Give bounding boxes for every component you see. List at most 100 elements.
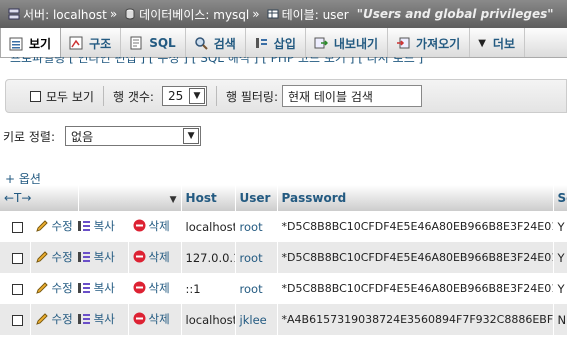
tab-more[interactable]: ▼ 더보 (470, 28, 526, 57)
table-row: 수정 복사 삭제::1 root *D5C8B8BC10CFDF4E5E46A80EB9… (0, 273, 567, 304)
row-checkbox[interactable] (12, 283, 23, 295)
tab-label: 더보 (492, 36, 516, 51)
delete-button[interactable]: 삭제 (133, 311, 170, 327)
sql-icon (130, 36, 142, 50)
tab-search[interactable]: 검색 (186, 28, 246, 57)
row-select-cell (0, 211, 31, 242)
password-cell: *D5C8B8BC10CFDF4E5E46A80EB966B8E3F24E016… (277, 273, 554, 304)
copy-label: 복사 (93, 249, 115, 264)
delete-cell: 삭제 (128, 273, 182, 304)
table-row: 수정 복사 삭제 localhost jklee *A4B6157319038724E35… (0, 304, 567, 335)
table-icon (267, 9, 279, 19)
host-cell: localhost (181, 211, 236, 242)
tab-export[interactable]: 내보내기 (306, 28, 389, 57)
rows-label: 행 갯수: (112, 89, 154, 104)
row-checkbox[interactable] (12, 314, 23, 326)
database-icon (125, 8, 135, 20)
edit-cell: 수정 복사 (30, 242, 129, 273)
rows-select[interactable]: 25 ▼ (161, 86, 207, 106)
tab-label: 내보내기 (333, 36, 379, 51)
password-cell: *D5C8B8BC10CFDF4E5E46A80EB966B8E3F24E016… (277, 211, 554, 242)
select-priv-cell: Y (553, 242, 567, 273)
navigation-bar: 모두 보기 행 갯수: 25 ▼ 행 필터링: 현재 테이블 검색 (5, 79, 567, 113)
edit-label: 수정 (51, 218, 73, 233)
row-checkbox[interactable] (12, 221, 23, 233)
tab-bar: 보기 구조 SQL 검색 삽입 내보내기 가져오기 ▼ 더보 (0, 28, 567, 58)
copy-icon (77, 313, 90, 324)
edit-button[interactable]: 수정 (35, 249, 73, 265)
pencil-icon (35, 281, 48, 294)
browse-icon (9, 37, 23, 50)
copy-button[interactable]: 복사 (77, 218, 115, 234)
show-all-checkbox[interactable] (30, 90, 41, 102)
tab-label: 가져오기 (416, 36, 461, 51)
tab-label: 구조 (89, 36, 112, 51)
import-icon (397, 37, 410, 49)
breadcrumb-server[interactable]: 서버: localhost (23, 6, 107, 23)
copy-label: 복사 (93, 311, 115, 326)
copy-button[interactable]: 복사 (77, 311, 115, 327)
delete-button[interactable]: 삭제 (133, 249, 170, 265)
delete-icon (133, 281, 146, 294)
row-select-cell (0, 242, 31, 273)
tab-import[interactable]: 가져오기 (388, 28, 471, 57)
delete-icon (133, 219, 146, 232)
breadcrumb-database[interactable]: 데이터베이스: mysql (139, 6, 249, 23)
chevron-down-icon: ▼ (183, 128, 200, 144)
sort-select[interactable]: 없음 ▼ (65, 126, 202, 146)
host-cell: 127.0.0.1 (181, 242, 236, 273)
delete-label: 삭제 (148, 311, 170, 326)
tab-insert[interactable]: 삽입 (246, 28, 306, 57)
pencil-icon (35, 312, 48, 325)
column-header-host[interactable]: Host (181, 185, 236, 211)
export-icon (314, 37, 328, 49)
edit-label: 수정 (51, 311, 73, 326)
table-comment: "Users and global privileges" (356, 7, 554, 21)
search-icon (194, 37, 208, 50)
structure-icon (69, 36, 83, 50)
edit-cell: 수정 복사 (30, 273, 129, 304)
divider (102, 86, 104, 106)
tab-label: 보기 (29, 37, 52, 51)
sort-row: 키로 정렬: 없음 ▼ (3, 126, 202, 146)
breadcrumb: 서버: localhost » 데이터베이스: mysql » 테이블: use… (0, 0, 567, 28)
delete-button[interactable]: 삭제 (133, 280, 170, 296)
edit-button[interactable]: 수정 (35, 280, 73, 296)
tab-structure[interactable]: 구조 (61, 28, 122, 57)
tab-label: 검색 (213, 36, 236, 51)
password-cell: *D5C8B8BC10CFDF4E5E46A80EB966B8E3F24E016… (277, 242, 554, 273)
server-icon (8, 8, 20, 20)
filter-label: 행 필터링: (225, 89, 278, 104)
results-table: ←T→ ▼ Host User Password Se 수정복사삭제localh… (0, 185, 567, 335)
copy-icon (77, 282, 90, 293)
column-sort-menu[interactable]: ▼ (78, 185, 182, 211)
edit-label: 수정 (51, 249, 73, 264)
breadcrumb-separator: » (252, 7, 260, 21)
show-all-label: 모두 보기 (46, 89, 94, 104)
row-select-cell (0, 304, 31, 335)
tab-browse[interactable]: 보기 (0, 28, 62, 57)
filter-input[interactable]: 현재 테이블 검색 (282, 85, 422, 107)
copy-button[interactable]: 복사 (77, 249, 115, 265)
column-resize-handle[interactable]: ←T→ (0, 185, 79, 211)
delete-label: 삭제 (148, 280, 170, 295)
column-header-user[interactable]: User (235, 185, 278, 211)
host-cell: ::1 (181, 273, 236, 304)
chevron-down-icon: ▼ (188, 88, 205, 104)
edit-button[interactable]: 수정 (35, 311, 73, 327)
chevron-down-icon: ▼ (478, 37, 486, 49)
column-header-password[interactable]: Password (277, 185, 554, 211)
divider (215, 86, 217, 106)
column-header-select-priv[interactable]: Se (553, 185, 567, 211)
row-checkbox[interactable] (12, 252, 23, 264)
edit-button[interactable]: 수정 (35, 218, 73, 234)
delete-label: 삭제 (148, 249, 170, 264)
delete-icon (133, 250, 146, 263)
copy-button[interactable]: 복사 (77, 280, 115, 296)
delete-button[interactable]: 삭제 (133, 218, 170, 234)
user-cell: root (235, 242, 278, 273)
tab-sql[interactable]: SQL (121, 28, 186, 57)
breadcrumb-separator: » (109, 7, 118, 21)
edit-cell: 수정 복사 (30, 304, 129, 335)
breadcrumb-table[interactable]: 테이블: user (282, 6, 349, 23)
